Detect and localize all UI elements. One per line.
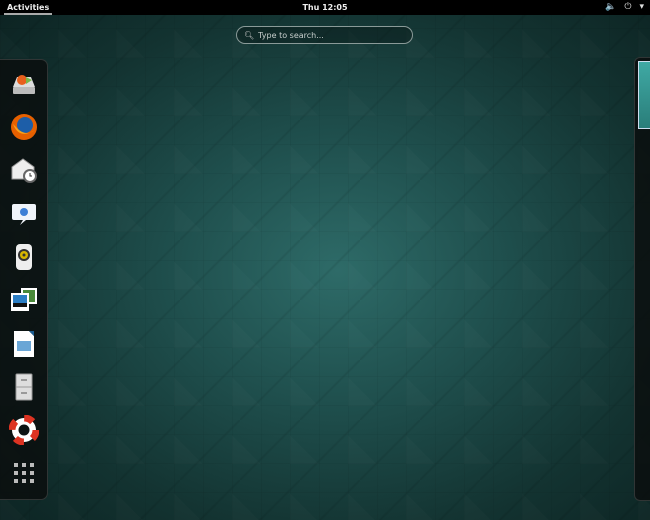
dock-item-files[interactable]	[6, 369, 42, 405]
grid-icon	[13, 463, 34, 484]
photos-icon	[10, 288, 37, 312]
dock-item-shotwell[interactable]	[6, 282, 42, 318]
dock-item-evolution[interactable]	[6, 153, 42, 189]
dock-item-libreoffice-impress[interactable]	[6, 326, 42, 362]
mail-clock-icon	[11, 158, 37, 184]
chevron-down-icon[interactable]: ▾	[639, 2, 644, 12]
impress-icon	[13, 330, 34, 357]
show-applications-button[interactable]	[6, 456, 42, 492]
workspace-thumbnail[interactable]	[638, 61, 650, 129]
speaker-icon[interactable]: 🔈	[605, 2, 616, 12]
dock-item-installer[interactable]	[6, 66, 42, 102]
dock-item-firefox[interactable]	[6, 109, 42, 145]
clock[interactable]: Thu 12:05	[302, 3, 347, 12]
desktop-overview: Activities Thu 12:05 🔈 ⏻ ▾ 🔍︎	[0, 0, 650, 520]
speaker-app-icon	[15, 243, 32, 270]
top-bar: Activities Thu 12:05 🔈 ⏻ ▾	[0, 0, 650, 15]
activities-button[interactable]: Activities	[4, 0, 53, 15]
chat-icon	[11, 203, 36, 225]
power-icon[interactable]: ⏻	[624, 2, 631, 12]
wallpaper-pattern	[0, 0, 650, 520]
search-icon: 🔍︎	[244, 30, 255, 40]
installer-icon	[12, 74, 35, 94]
dock-item-rhythmbox[interactable]	[6, 239, 42, 275]
lifebuoy-icon	[8, 415, 39, 446]
file-cabinet-icon	[15, 373, 32, 401]
dash	[0, 59, 48, 500]
dock-item-empathy[interactable]	[6, 196, 42, 232]
search-field[interactable]: 🔍︎	[236, 26, 413, 44]
dock-item-help[interactable]	[6, 412, 42, 448]
system-tray[interactable]: 🔈 ⏻ ▾	[605, 2, 644, 12]
workspace-switcher[interactable]	[634, 57, 650, 501]
search-input[interactable]	[258, 30, 399, 40]
firefox-icon	[10, 114, 37, 141]
